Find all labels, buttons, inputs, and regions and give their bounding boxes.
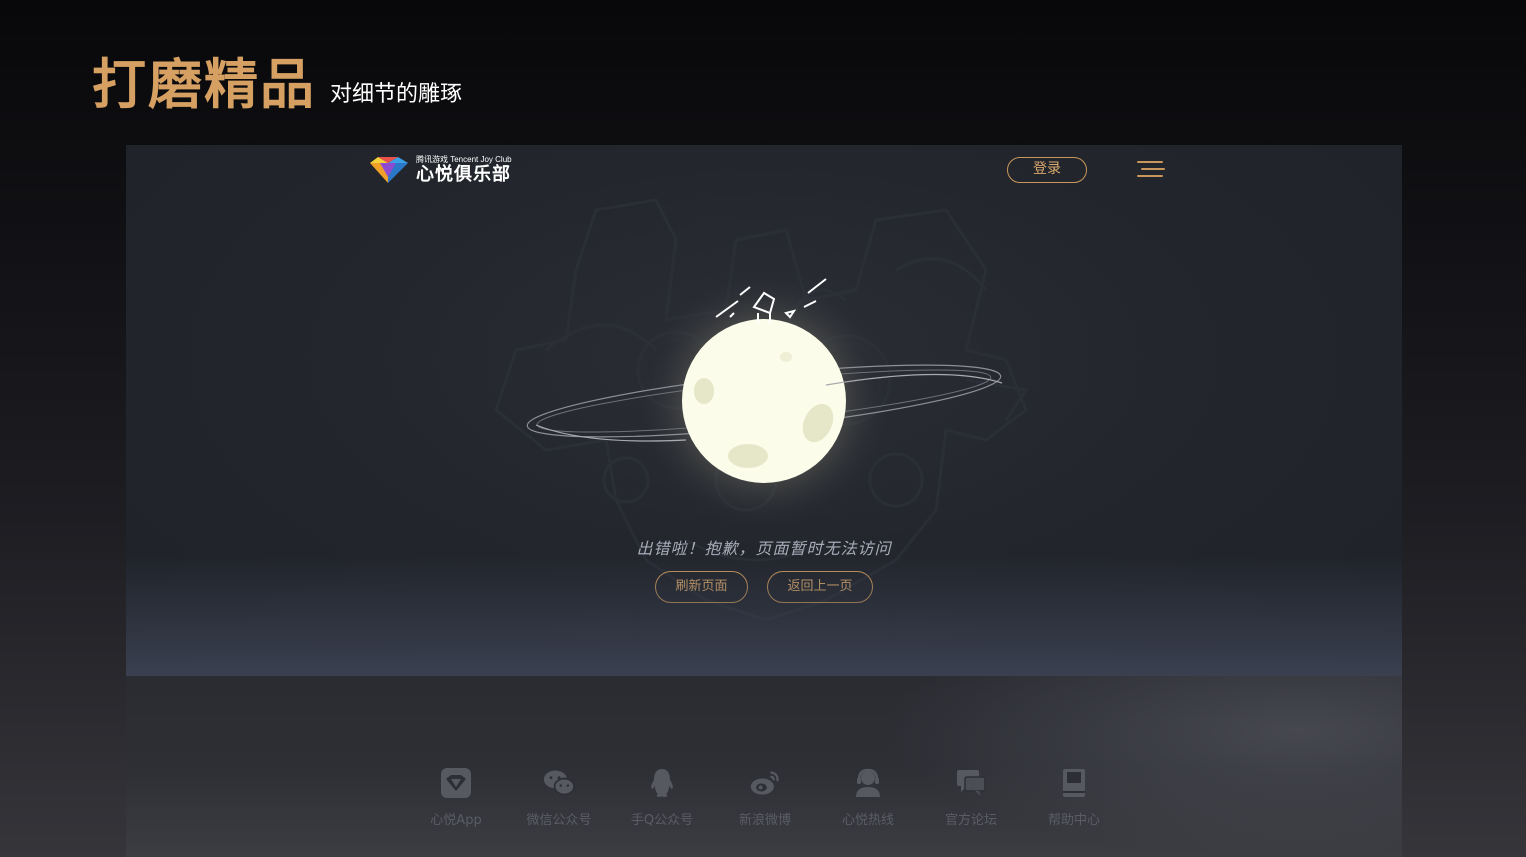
help-icon bbox=[1063, 769, 1085, 797]
go-back-button[interactable]: 返回上一页 bbox=[767, 571, 873, 603]
footer-link-label: 心悦热线 bbox=[841, 813, 894, 828]
footer-link-label: 新浪微博 bbox=[738, 813, 791, 828]
slide-subtitle: 对细节的雕琢 bbox=[330, 82, 463, 107]
footer-link-qq[interactable]: 手Q公众号 bbox=[612, 767, 712, 828]
hamburger-menu-icon[interactable] bbox=[1137, 161, 1167, 181]
planet-illustration bbox=[526, 271, 1003, 525]
footer-link-label: 心悦App bbox=[430, 813, 482, 828]
qq-icon bbox=[651, 769, 673, 797]
footer-link-label: 微信公众号 bbox=[526, 813, 592, 828]
slide-header: 打磨精品 对细节的雕琢 bbox=[92, 58, 462, 112]
error-message: 出错啦！抱歉，页面暂时无法访问 bbox=[636, 539, 892, 558]
slide-title: 打磨精品 bbox=[92, 53, 316, 116]
login-button[interactable]: 登录 bbox=[1007, 157, 1087, 183]
forum-icon bbox=[957, 770, 986, 796]
footer-link-wechat[interactable]: 微信公众号 bbox=[509, 767, 609, 828]
app-icon bbox=[441, 768, 471, 798]
footer-links: 心悦App 微信公众号 手Q公众号 新浪微博 心悦热线 官方论坛 帮助中心 bbox=[126, 767, 1402, 837]
joy-club-logo[interactable]: 腾讯游戏 Tencent Joy Club 心悦俱乐部 bbox=[370, 155, 512, 185]
error-page-main: 腾讯游戏 Tencent Joy Club 心悦俱乐部 登录 出错啦！抱歉，页面… bbox=[126, 145, 1402, 676]
footer-link-label: 官方论坛 bbox=[944, 813, 997, 828]
footer-link-forum[interactable]: 官方论坛 bbox=[921, 767, 1021, 828]
footer-link-app[interactable]: 心悦App bbox=[406, 767, 506, 828]
diamond-logo-icon bbox=[370, 157, 408, 183]
footer-link-label: 手Q公众号 bbox=[630, 813, 694, 828]
refresh-page-button[interactable]: 刷新页面 bbox=[655, 571, 748, 603]
footer-link-label: 帮助中心 bbox=[1047, 813, 1100, 828]
footer-link-weibo[interactable]: 新浪微博 bbox=[715, 767, 815, 828]
wechat-icon bbox=[543, 770, 575, 796]
hotline-icon bbox=[856, 768, 880, 797]
footer-link-hotline[interactable]: 心悦热线 bbox=[818, 767, 918, 828]
logo-title: 心悦俱乐部 bbox=[416, 164, 511, 185]
weibo-icon bbox=[750, 771, 779, 795]
footer-link-help[interactable]: 帮助中心 bbox=[1024, 767, 1124, 828]
screenshot-frame: 腾讯游戏 Tencent Joy Club 心悦俱乐部 登录 出错啦！抱歉，页面… bbox=[126, 145, 1402, 857]
